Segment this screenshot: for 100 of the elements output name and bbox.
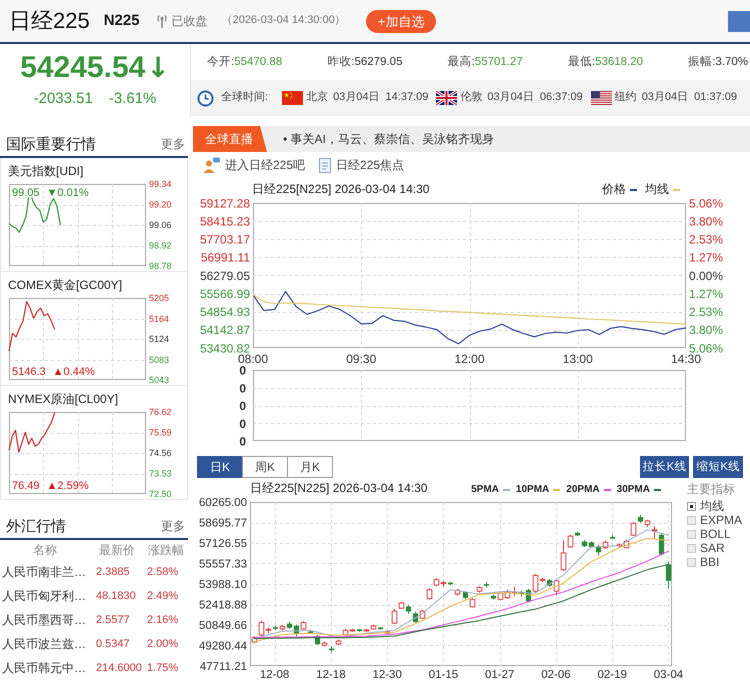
stat-value: 3.70% [715, 54, 748, 70]
axis-label: 57703.17 [200, 232, 250, 247]
chart-title: 日经225[N225] 2026-03-04 14:30 [252, 182, 430, 197]
percent-change: -3.61% [108, 90, 156, 109]
axis-label: 49280.44 [199, 640, 247, 652]
stat-label: 今开: [207, 54, 234, 70]
axis-label: 98.92 [149, 240, 172, 251]
stat-label: 最高: [448, 54, 475, 70]
axis-label: 75.59 [149, 428, 172, 438]
axis-label: 99.34 [149, 179, 172, 190]
legend-label: 10PMA [516, 484, 550, 496]
symbol-code: N225 [104, 12, 140, 30]
axis-label: 5043 [149, 375, 170, 385]
latest-price: 0.5347 [95, 637, 131, 652]
latest-price: 2.5577 [95, 613, 131, 628]
price-reading: 5146.3 [12, 366, 46, 378]
stat-label: 最低: [568, 54, 596, 70]
change-percent: 2.16% [146, 613, 180, 628]
axis-label: 0 [239, 399, 246, 413]
axis-label: 73.53 [149, 468, 172, 479]
axis-label: 74.56 [149, 448, 172, 458]
column-header: 最新价 [98, 542, 136, 559]
market-name: COMEX黄金[GC00Y] [7, 277, 124, 293]
axis-label: 12-30 [372, 669, 402, 681]
chart-title: 日经225[N225] 2026-03-04 14:30 [250, 481, 428, 496]
city-time: 14:37:09 [386, 91, 428, 105]
market-name: NYMEX原油[CL00Y] [7, 391, 120, 407]
change-reading: ▼0.01% [46, 187, 89, 199]
axis-label: 58415.23 [200, 214, 250, 228]
legend-label: 均线 [645, 182, 669, 197]
trend-arrow: ↓ [146, 54, 170, 82]
axis-label: 01-15 [428, 669, 458, 681]
axis-label: 12-08 [260, 669, 290, 681]
city-time: 06:37:09 [540, 91, 583, 105]
change-reading: ▲0.44% [52, 366, 95, 378]
axis-label: 0 [239, 416, 246, 431]
stat-label: 振幅: [688, 54, 716, 70]
city-date: 03月04日 [333, 91, 380, 105]
axis-label: 03-04 [654, 669, 683, 681]
column-header: 名称 [32, 542, 58, 559]
axis-label: 5164 [149, 314, 170, 324]
axis-label: 47711.21 [200, 661, 247, 673]
axis-label: 72.50 [149, 489, 172, 499]
axis-label: 76.62 [149, 407, 172, 418]
axis-label: 12:00 [454, 352, 485, 366]
axis-label: 0 [239, 381, 246, 396]
axis-label: 13:00 [562, 352, 593, 366]
legend-label: 价格 [602, 182, 626, 197]
market-status: 已收盘 [172, 14, 208, 28]
axis-label: 99.20 [149, 200, 172, 210]
axis-label: 5124 [149, 334, 170, 344]
axis-label: 0.00% [689, 268, 724, 283]
axis-label: 99.06 [149, 220, 172, 230]
axis-label: 5205 [149, 293, 170, 304]
stat-value: 55470.88 [234, 54, 282, 70]
axis-label: 59127.28 [200, 197, 250, 210]
change-percent: 2.49% [146, 589, 180, 604]
axis-label: 02-19 [598, 669, 627, 681]
axis-label: 02-06 [541, 669, 571, 681]
axis-label: 57126.55 [199, 538, 247, 550]
axis-label: 0 [239, 434, 246, 448]
change-percent: 2.58% [146, 565, 180, 580]
change-percent: 2.00% [146, 637, 180, 652]
page-title: 日经225 [9, 10, 90, 32]
column-header: 涨跌幅 [147, 542, 185, 559]
city-time: 01:37:09 [694, 91, 737, 105]
legend-label: 30PMA [616, 484, 650, 496]
axis-label: 55557.33 [199, 558, 247, 570]
axis-label: 1.27% [689, 286, 724, 301]
legend-label: 20PMA [566, 484, 600, 496]
axis-label: 56991.11 [200, 250, 250, 265]
section-title: 外汇行情 [6, 519, 66, 534]
quote-time: （2026-03-04 14:30:00） [222, 14, 346, 28]
axis-label: 5.06% [689, 197, 724, 210]
city-name: 纽约 [614, 91, 637, 105]
city-name: 伦敦 [460, 91, 482, 105]
stat-value: 56279.05 [354, 54, 402, 70]
axis-label: 12-18 [316, 669, 346, 681]
axis-label: 54854.93 [200, 305, 250, 320]
price-change: -2033.51 [34, 90, 93, 109]
axis-label: 56279.05 [200, 268, 250, 283]
axis-label: 2.53% [689, 232, 724, 247]
axis-label: 2.53% [689, 305, 724, 320]
stat-value: 53618.20 [595, 54, 644, 70]
axis-label: 5083 [149, 354, 170, 365]
indicator-heading: 主要指标 [687, 482, 736, 497]
last-price: 54245.54 [20, 53, 146, 84]
axis-label: 53988.10 [199, 579, 247, 591]
axis-label: 50849.66 [199, 620, 247, 632]
axis-label: 55566.99 [200, 286, 250, 301]
change-percent: 1.75% [146, 661, 180, 676]
legend-label: 5PMA [471, 484, 499, 496]
latest-price: 48.1830 [95, 589, 137, 604]
axis-label: 3.80% [689, 323, 724, 338]
stat-label: 昨收: [327, 54, 354, 70]
axis-label: 09:30 [346, 352, 376, 366]
axis-label: 54142.87 [200, 323, 250, 338]
price-reading: 76.49 [12, 480, 40, 492]
stat-value: 55701.27 [474, 54, 523, 70]
axis-label: 98.78 [149, 261, 172, 271]
